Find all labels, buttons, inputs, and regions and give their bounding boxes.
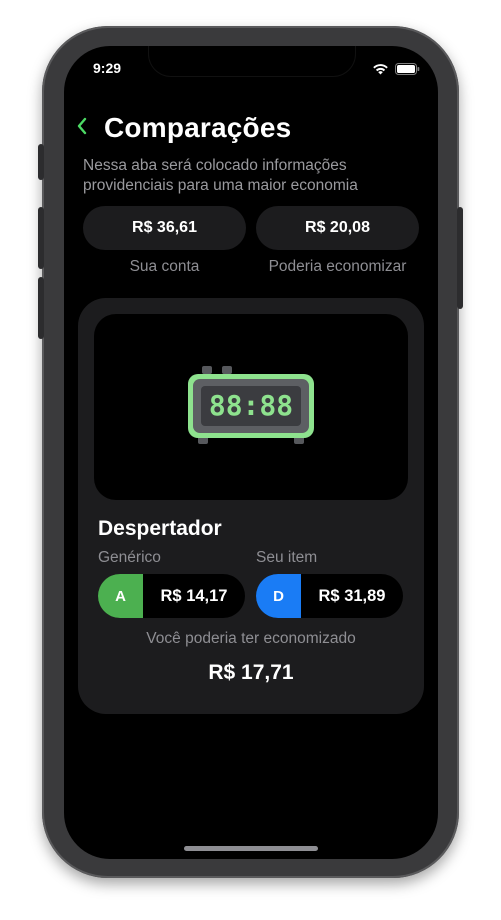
power-button xyxy=(457,207,463,309)
savings-total-pill: R$ 20,08 xyxy=(256,206,419,250)
generic-label: Genérico xyxy=(98,549,161,566)
status-time: 9:29 xyxy=(93,60,122,76)
item-name: Despertador xyxy=(98,517,222,540)
clock-display-text: 88:88 xyxy=(209,389,293,422)
wifi-icon xyxy=(372,62,389,80)
header: Comparações xyxy=(76,112,291,144)
comparison-card[interactable]: 88:88 Despertador Genérico Seu item A R$… xyxy=(78,298,424,714)
savings-label: Você poderia ter economizado xyxy=(146,630,356,647)
home-indicator[interactable] xyxy=(184,846,318,851)
battery-icon xyxy=(395,62,420,80)
notch xyxy=(149,46,355,76)
generic-price: R$ 14,17 xyxy=(160,586,228,605)
item-image: 88:88 xyxy=(94,314,408,500)
volume-up-button xyxy=(38,207,44,269)
screen: 9:29 Comparações Nessa aba será colocado… xyxy=(64,46,438,859)
digital-alarm-clock-icon: 88:88 xyxy=(188,366,314,444)
generic-price-pill: A R$ 14,17 xyxy=(98,574,245,618)
page-title: Comparações xyxy=(104,112,292,143)
your-item-price: R$ 31,89 xyxy=(318,586,386,605)
savings-value: R$ 17,71 xyxy=(208,661,294,684)
silent-switch xyxy=(38,144,44,180)
account-total-pill: R$ 36,61 xyxy=(83,206,246,250)
generic-grade-badge: A xyxy=(98,574,143,618)
chevron-left-icon xyxy=(77,117,87,135)
volume-down-button xyxy=(38,277,44,339)
your-item-grade-badge: D xyxy=(256,574,301,618)
account-total-caption: Sua conta xyxy=(129,258,200,275)
your-item-price-pill: D R$ 31,89 xyxy=(256,574,403,618)
status-icons xyxy=(372,62,420,80)
back-button[interactable] xyxy=(76,117,104,139)
your-item-label: Seu item xyxy=(256,549,318,566)
savings-total-caption: Poderia economizar xyxy=(268,258,407,275)
page-subtitle: Nessa aba será colocado informações prov… xyxy=(83,157,358,194)
